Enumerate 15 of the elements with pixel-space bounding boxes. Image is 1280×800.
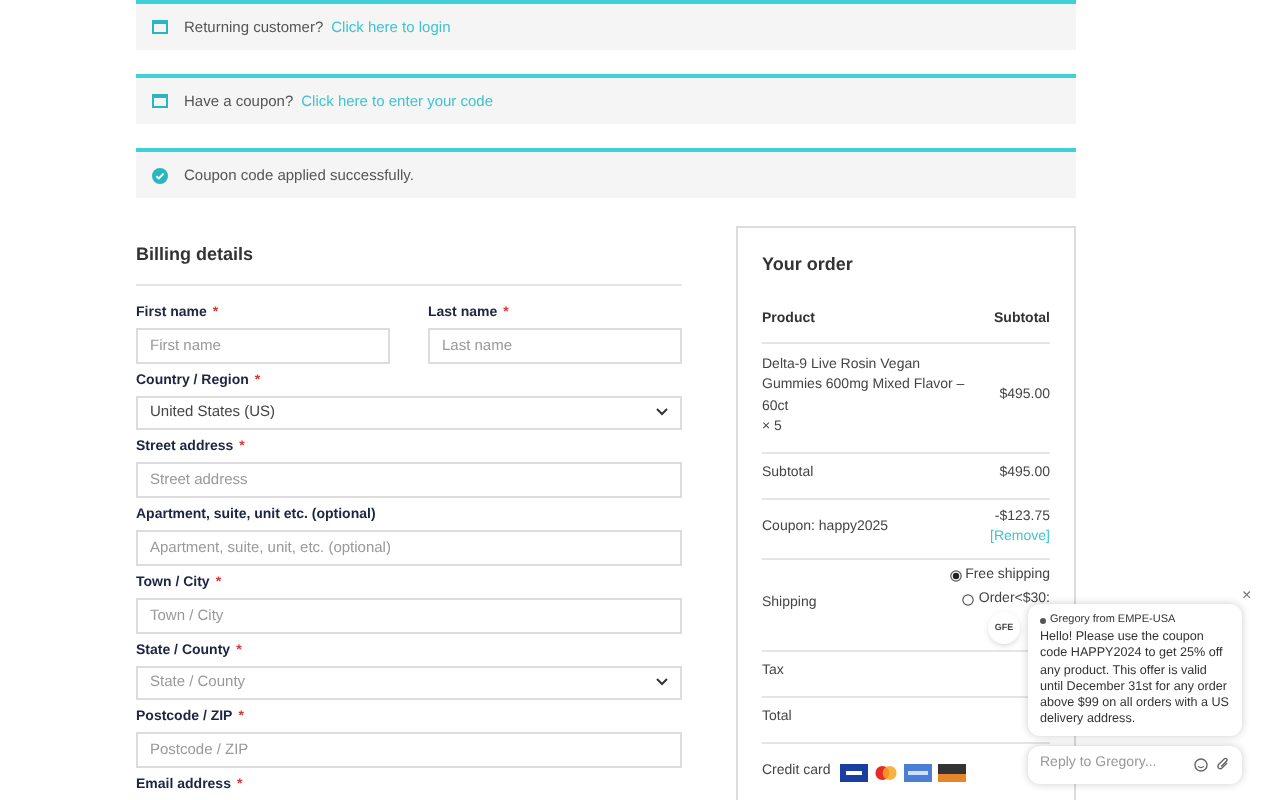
card-icon: [904, 764, 933, 782]
window-icon: [152, 20, 168, 34]
close-button[interactable]: ×: [1242, 584, 1252, 608]
paperclip-icon[interactable]: [1216, 758, 1230, 772]
card-icon: [938, 764, 967, 782]
circles-icon: [874, 764, 899, 782]
check-circle-icon: [152, 167, 168, 183]
card-icon: [840, 764, 869, 782]
window-icon: [152, 94, 168, 108]
section-title: Your order: [762, 252, 855, 278]
chevron-down-icon: [656, 678, 668, 686]
section-title: Billing details: [136, 226, 682, 285]
smiley-icon[interactable]: [1194, 758, 1208, 772]
dot-icon: [1040, 617, 1046, 624]
chevron-down-icon: [656, 408, 668, 416]
